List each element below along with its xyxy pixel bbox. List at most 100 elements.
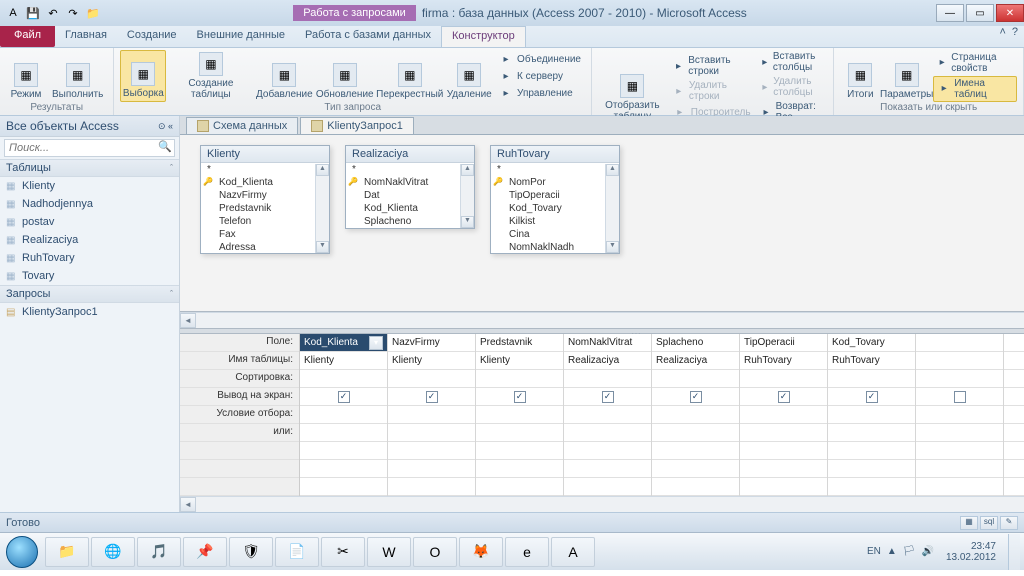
table-box[interactable]: Realizaciya*NomNaklVitratDatKod_KlientaS…: [345, 145, 475, 229]
table-field[interactable]: Predstavnik: [201, 202, 329, 215]
ribbon-button[interactable]: ▸Удалить строки: [669, 79, 755, 103]
nav-group-header[interactable]: Запросыˆ: [0, 285, 179, 303]
ribbon-button[interactable]: ▦Отобразить таблицу: [598, 50, 667, 124]
query-design-surface[interactable]: Klienty*Kod_KlientaNazvFirmyPredstavnikT…: [180, 135, 1024, 312]
ribbon-button[interactable]: ▸К серверу: [495, 68, 585, 84]
taskbar-app[interactable]: 🦊: [459, 537, 503, 567]
grid-sort-cell[interactable]: [740, 370, 827, 388]
grid-table-cell[interactable]: Realizaciya: [564, 352, 651, 370]
qat-button[interactable]: 📁: [84, 4, 102, 22]
start-button[interactable]: [0, 533, 44, 571]
grid-field-cell[interactable]: Predstavnik: [476, 334, 563, 352]
grid-criteria-cell[interactable]: [828, 406, 915, 424]
table-field[interactable]: NomNaklVitrat: [346, 176, 474, 189]
table-title[interactable]: Realizaciya: [346, 146, 474, 163]
grid-criteria-cell[interactable]: [652, 442, 739, 460]
grid-criteria-cell[interactable]: [916, 478, 1003, 496]
ribbon-tab[interactable]: Работа с базами данных: [295, 26, 441, 47]
ribbon-button[interactable]: ▦Выполнить: [48, 50, 107, 102]
taskbar-app[interactable]: 📁: [45, 537, 89, 567]
grid-criteria-cell[interactable]: [476, 424, 563, 442]
qat-button[interactable]: 💾: [24, 4, 42, 22]
ribbon-button[interactable]: ▸Удалить столбцы: [757, 75, 828, 99]
grid-field-cell[interactable]: TipOperacii: [740, 334, 827, 352]
grid-sort-cell[interactable]: [828, 370, 915, 388]
grid-criteria-cell[interactable]: [828, 442, 915, 460]
checkbox[interactable]: ✓: [602, 391, 614, 403]
table-field[interactable]: Adressa: [201, 241, 329, 253]
document-tab[interactable]: KlientyЗапрос1: [300, 117, 414, 134]
table-box[interactable]: RuhTovary*NomPorTipOperaciiKod_TovaryKil…: [490, 145, 620, 254]
grid-field-cell[interactable]: Kod_Klienta▾: [300, 334, 387, 352]
scroll-down-icon[interactable]: ▼: [461, 216, 474, 228]
nav-item[interactable]: RuhTovary: [0, 249, 179, 267]
grid-criteria-cell[interactable]: [916, 460, 1003, 478]
qat-button[interactable]: ↷: [64, 4, 82, 22]
grid-sort-cell[interactable]: [300, 370, 387, 388]
grid-column[interactable]: [916, 334, 1004, 496]
grid-table-cell[interactable]: Klienty: [300, 352, 387, 370]
nav-item[interactable]: Realizaciya: [0, 231, 179, 249]
grid-column[interactable]: SplachenoRealizaciya✓: [652, 334, 740, 496]
ribbon-button[interactable]: ▦Удаление: [445, 50, 493, 102]
view-datasheet-icon[interactable]: ▦: [960, 516, 978, 530]
scroll-down-icon[interactable]: ▼: [606, 241, 619, 253]
ribbon-button[interactable]: ▦Создание таблицы: [168, 50, 253, 102]
grid-sort-cell[interactable]: [476, 370, 563, 388]
tray-icon[interactable]: 🔊: [921, 546, 933, 557]
checkbox[interactable]: ✓: [690, 391, 702, 403]
grid-field-cell[interactable]: Splacheno: [652, 334, 739, 352]
grid-hscroll[interactable]: ◄ ►: [180, 496, 1024, 512]
taskbar-app[interactable]: e: [505, 537, 549, 567]
grid-criteria-cell[interactable]: [476, 442, 563, 460]
grid-field-cell[interactable]: NomNaklVitrat: [564, 334, 651, 352]
grid-field-cell[interactable]: [916, 334, 1003, 352]
grid-criteria-cell[interactable]: [740, 460, 827, 478]
grid-show-cell[interactable]: ✓: [652, 388, 739, 406]
grid-criteria-cell[interactable]: [300, 442, 387, 460]
grid-sort-cell[interactable]: [564, 370, 651, 388]
maximize-button[interactable]: ▭: [966, 4, 994, 22]
grid-column[interactable]: Kod_TovaryRuhTovary✓: [828, 334, 916, 496]
checkbox[interactable]: [954, 391, 966, 403]
grid-criteria-cell[interactable]: [300, 406, 387, 424]
scroll-up-icon[interactable]: ▲: [461, 164, 474, 176]
search-icon[interactable]: 🔍: [156, 140, 174, 156]
grid-field-cell[interactable]: Kod_Tovary: [828, 334, 915, 352]
ribbon-button[interactable]: ▦Итоги: [840, 50, 880, 102]
grid-column[interactable]: Kod_Klienta▾Klienty✓: [300, 334, 388, 496]
ribbon-button[interactable]: ▸Объединение: [495, 51, 585, 67]
table-field[interactable]: Dat: [346, 189, 474, 202]
grid-criteria-cell[interactable]: [564, 424, 651, 442]
view-design-icon[interactable]: ✎: [1000, 516, 1018, 530]
scroll-left-icon[interactable]: ◄: [180, 497, 196, 512]
grid-criteria-cell[interactable]: [828, 478, 915, 496]
grid-criteria-cell[interactable]: [300, 478, 387, 496]
taskbar-app[interactable]: 📄: [275, 537, 319, 567]
checkbox[interactable]: ✓: [778, 391, 790, 403]
taskbar-app[interactable]: 📌: [183, 537, 227, 567]
grid-table-cell[interactable]: RuhTovary: [828, 352, 915, 370]
table-title[interactable]: RuhTovary: [491, 146, 619, 163]
ribbon-tab[interactable]: Внешние данные: [187, 26, 295, 47]
grid-criteria-cell[interactable]: [476, 478, 563, 496]
file-tab[interactable]: Файл: [0, 26, 55, 47]
grid-show-cell[interactable]: [916, 388, 1003, 406]
grid-column[interactable]: [1004, 334, 1024, 496]
grid-criteria-cell[interactable]: [828, 460, 915, 478]
nav-item[interactable]: Tovary: [0, 267, 179, 285]
grid-column[interactable]: PredstavnikKlienty✓: [476, 334, 564, 496]
close-button[interactable]: ✕: [996, 4, 1024, 22]
nav-item[interactable]: Nadhodjennya: [0, 195, 179, 213]
ribbon-button[interactable]: ▸Имена таблиц: [933, 76, 1017, 102]
grid-sort-cell[interactable]: [652, 370, 739, 388]
grid-criteria-cell[interactable]: [740, 442, 827, 460]
scroll-down-icon[interactable]: ▼: [316, 241, 329, 253]
grid-criteria-cell[interactable]: [1004, 460, 1024, 478]
grid-table-cell[interactable]: RuhTovary: [740, 352, 827, 370]
grid-criteria-cell[interactable]: [916, 424, 1003, 442]
scroll-up-icon[interactable]: ▲: [316, 164, 329, 176]
nav-search[interactable]: 🔍: [4, 139, 175, 157]
grid-column[interactable]: TipOperaciiRuhTovary ✓: [740, 334, 828, 496]
nav-group-header[interactable]: Таблицыˆ: [0, 159, 179, 177]
